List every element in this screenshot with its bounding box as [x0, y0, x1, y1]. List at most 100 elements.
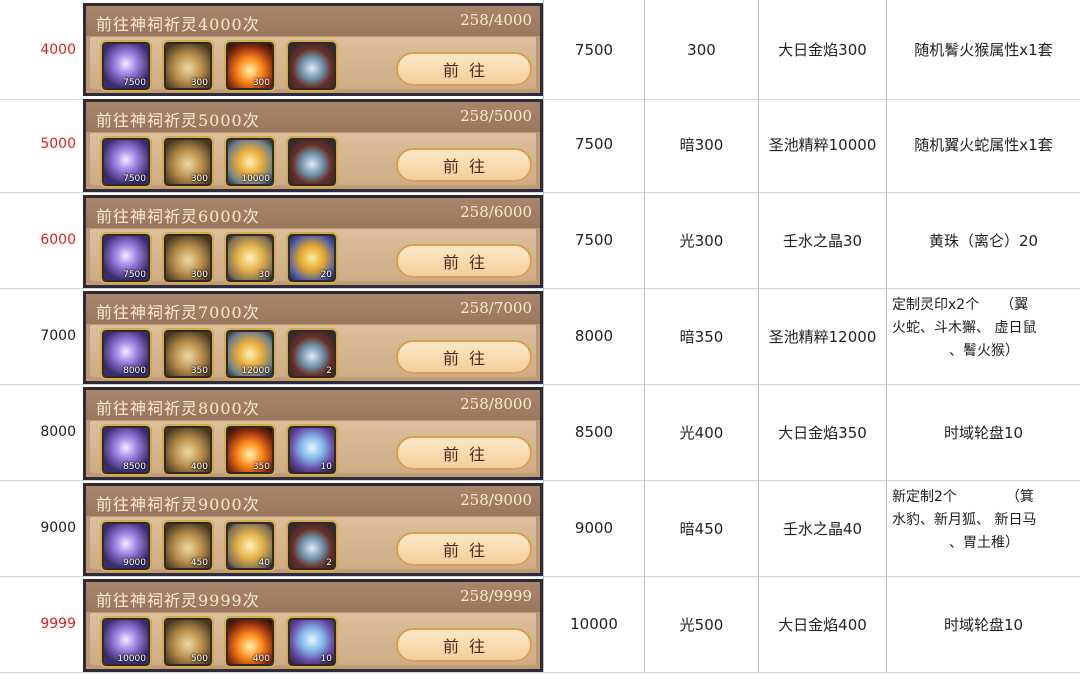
item-quantity: 500 — [190, 654, 208, 664]
reward-cell: 时域轮盘10 — [886, 576, 1080, 672]
go-button[interactable]: 前往 — [396, 244, 532, 278]
quest-card: 前往神祠祈灵7000次 258/7000 8000 350 12000 2 前往 — [83, 291, 543, 384]
wheel-icon[interactable]: 10 — [286, 424, 338, 476]
card-header: 前往神祠祈灵4000次 258/4000 — [86, 6, 540, 36]
reward-panel: 7500 300 30 20 前往 — [90, 229, 536, 284]
drop-icon[interactable]: 10000 — [224, 136, 276, 188]
chest-icon[interactable]: 2 — [286, 328, 338, 380]
level-cell: 9000 — [40, 520, 76, 536]
go-button[interactable]: 前往 — [396, 52, 532, 86]
bag-icon[interactable]: 300 — [162, 232, 214, 284]
quest-card: 前往神祠祈灵8000次 258/8000 8500 400 350 10 前往 — [83, 387, 543, 480]
reward-panel: 7500 300 10000 前往 — [90, 133, 536, 188]
item-quantity: 350 — [252, 462, 270, 472]
crystal-icon[interactable]: 10000 — [100, 616, 152, 668]
value-cell-d: 大日金焰300 — [758, 0, 886, 99]
quest-title: 前往神祠祈灵7000次 — [96, 303, 260, 322]
crystal-icon[interactable]: 8000 — [100, 328, 152, 380]
item-quantity: 450 — [190, 558, 208, 568]
reward-panel: 9000 450 40 2 前往 — [90, 517, 536, 572]
level-cell: 7000 — [40, 328, 76, 344]
reward-panel: 7500 300 300 前往 — [90, 37, 536, 92]
level-cell: 8000 — [40, 424, 76, 440]
crystal-icon[interactable]: 7500 — [100, 232, 152, 284]
reward-panel: 10000 500 400 10 前往 — [90, 613, 536, 668]
go-button[interactable]: 前往 — [396, 628, 532, 662]
reward-line: 水豹、新月狐、 新日马 — [892, 512, 1037, 528]
drop-icon[interactable]: 12000 — [224, 328, 276, 380]
value-cell-c: 光500 — [644, 576, 758, 672]
bag-icon[interactable]: 300 — [162, 40, 214, 92]
flame-icon[interactable]: 350 — [224, 424, 276, 476]
orb-icon[interactable]: 30 — [224, 232, 276, 284]
quest-card: 前往神祠祈灵6000次 258/6000 7500 300 30 20 前往 — [83, 195, 543, 288]
crystal-icon[interactable]: 7500 — [100, 40, 152, 92]
quest-title: 前往神祠祈灵5000次 — [96, 111, 260, 130]
item-quantity: 400 — [252, 654, 270, 664]
crystal-icon[interactable]: 7500 — [100, 136, 152, 188]
item-quantity: 9000 — [123, 558, 146, 568]
reward-cell: 随机翼火蛇属性x1套 — [886, 96, 1080, 192]
crystal-icon[interactable]: 8500 — [100, 424, 152, 476]
chest-icon[interactable]: 2 — [286, 520, 338, 572]
flame-icon[interactable]: 400 — [224, 616, 276, 668]
value-cell-b: 7500 — [543, 192, 644, 288]
go-button[interactable]: 前往 — [396, 532, 532, 566]
item-quantity: 7500 — [123, 78, 146, 88]
item-quantity: 10 — [320, 654, 332, 664]
quest-card: 前往神祠祈灵4000次 258/4000 7500 300 300 前往 — [83, 3, 543, 96]
item-quantity: 350 — [190, 366, 208, 376]
value-cell-b: 7500 — [543, 0, 644, 99]
go-button[interactable]: 前往 — [396, 436, 532, 470]
bag-icon[interactable]: 300 — [162, 136, 214, 188]
value-cell-b: 9000 — [543, 480, 644, 576]
value-cell-d: 大日金焰350 — [758, 384, 886, 480]
card-header: 前往神祠祈灵6000次 258/6000 — [86, 198, 540, 228]
item-quantity: 20 — [320, 270, 332, 280]
item-quantity: 400 — [190, 462, 208, 472]
item-quantity: 8000 — [123, 366, 146, 376]
card-header: 前往神祠祈灵8000次 258/8000 — [86, 390, 540, 420]
value-cell-c: 光400 — [644, 384, 758, 480]
bag-icon[interactable]: 450 — [162, 520, 214, 572]
bag-icon[interactable]: 500 — [162, 616, 214, 668]
reward-panel: 8000 350 12000 2 前往 — [90, 325, 536, 380]
value-cell-c: 暗350 — [644, 288, 758, 384]
bag-icon[interactable]: 350 — [162, 328, 214, 380]
item-quantity: 2 — [326, 558, 332, 568]
go-button[interactable]: 前往 — [396, 148, 532, 182]
chest-icon[interactable] — [286, 136, 338, 188]
value-cell-d: 大日金焰400 — [758, 576, 886, 672]
crystal-icon[interactable]: 9000 — [100, 520, 152, 572]
reward-cell: 黄珠（离仑）20 — [886, 192, 1080, 288]
quest-title: 前往神祠祈灵6000次 — [96, 207, 260, 226]
value-cell-b: 8000 — [543, 288, 644, 384]
item-quantity: 2 — [326, 366, 332, 376]
reward-cell: 时域轮盘10 — [886, 384, 1080, 480]
item-quantity: 300 — [190, 270, 208, 280]
card-header: 前往神祠祈灵5000次 258/5000 — [86, 102, 540, 132]
spreadsheet: 4000 7500 300 大日金焰300 随机鬌火猴属性x1套 前往神祠祈灵4000次 2… — [0, 0, 1080, 680]
quest-title: 前往神祠祈灵9000次 — [96, 495, 260, 514]
flame-icon[interactable]: 300 — [224, 40, 276, 92]
quest-title: 前往神祠祈灵4000次 — [96, 15, 260, 34]
quest-title: 前往神祠祈灵8000次 — [96, 399, 260, 418]
quest-progress: 258/9999 — [460, 587, 532, 605]
card-header: 前往神祠祈灵9999次 258/9999 — [86, 582, 540, 612]
chest-icon[interactable] — [286, 40, 338, 92]
quest-card: 前往神祠祈灵5000次 258/5000 7500 300 10000 前往 — [83, 99, 543, 192]
gourd-icon[interactable]: 20 — [286, 232, 338, 284]
card-header: 前往神祠祈灵9000次 258/9000 — [86, 486, 540, 516]
card-header: 前往神祠祈灵7000次 258/7000 — [86, 294, 540, 324]
wheel-icon[interactable]: 10 — [286, 616, 338, 668]
reward-cell: 定制灵印x2个 （翼 火蛇、斗木獬、 虚日鼠 、鬌火猴） — [886, 288, 1080, 384]
value-cell-d: 圣池精粹12000 — [758, 288, 886, 384]
quest-progress: 258/9000 — [460, 491, 532, 509]
quest-card: 前往神祠祈灵9000次 258/9000 9000 450 40 2 前往 — [83, 483, 543, 576]
go-button[interactable]: 前往 — [396, 340, 532, 374]
item-quantity: 300 — [190, 174, 208, 184]
bag-icon[interactable]: 400 — [162, 424, 214, 476]
item-quantity: 40 — [258, 558, 270, 568]
reward-line: 火蛇、斗木獬、 虚日鼠 — [892, 320, 1037, 336]
orb-icon[interactable]: 40 — [224, 520, 276, 572]
